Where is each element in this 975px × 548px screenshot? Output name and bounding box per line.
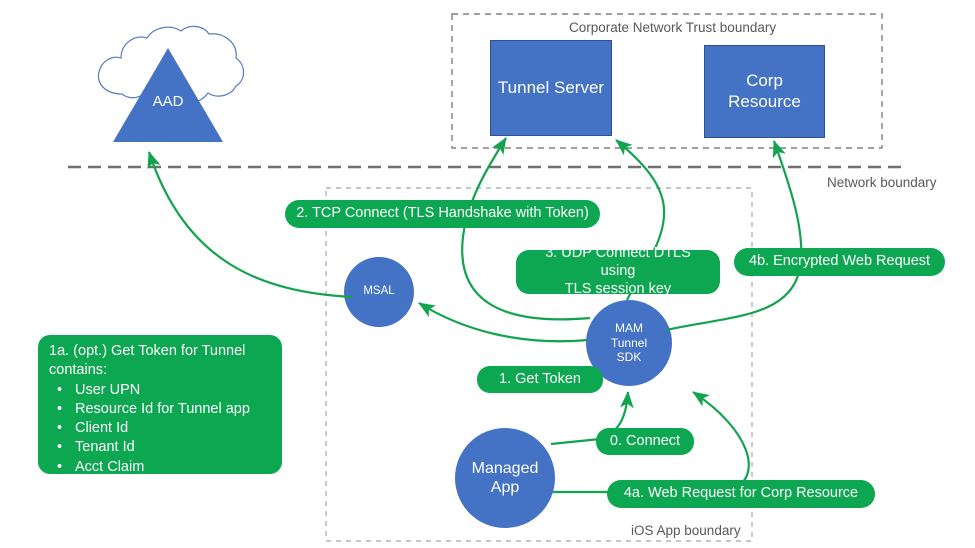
label-step-4b-text: 4b. Encrypted Web Request [748,253,931,270]
label-step-2-text: 2. TCP Connect (TLS Handshake with Token… [296,205,589,222]
caption-ios-app-boundary: iOS App boundary [631,523,741,538]
callout-heading-line1: 1a. (opt.) Get Token for Tunnel [49,343,246,359]
node-managed-app-label: Managed App [472,459,539,497]
label-step-1-text: 1. Get Token [499,370,581,387]
list-item: User UPN [57,381,273,401]
caption-corporate-network-boundary: Corporate Network Trust boundary [569,20,777,35]
node-mam-label-line2: Tunnel [610,335,648,350]
aad-node [97,25,245,142]
label-step-1: 1. Get Token [477,366,603,393]
node-corp-resource[interactable]: Corp Resource [704,45,825,138]
list-item: Client Id [57,419,273,439]
label-step-3-line1: 3. UDP Connect DTLS using [545,245,691,280]
label-step-3-line2: TLS session key [564,280,672,297]
node-tunnel-server-label: Tunnel Server [497,77,605,97]
node-managed-app[interactable]: Managed App [455,428,555,528]
node-managed-app-label-line1: Managed [471,459,539,477]
node-corp-resource-label: Corp Resource [728,71,801,111]
label-step-0-text: 0. Connect [609,432,681,449]
list-item: Acct Claim [57,458,273,478]
node-mam-tunnel-sdk-label: MAM Tunnel SDK [611,321,647,364]
label-step-4b: 4b. Encrypted Web Request [734,248,945,276]
callout-step-1a: 1a. (opt.) Get Token for Tunnel contains… [38,335,282,478]
diagram-canvas: AAD Tunnel Server Corp Resource MSAL MAM… [0,0,975,548]
label-step-3: 3. UDP Connect DTLS using TLS session ke… [516,245,720,297]
node-msal-label: MSAL [363,285,395,298]
label-step-4a: 4a. Web Request for Corp Resource [607,480,875,508]
node-corp-resource-label-line1: Corp [746,71,783,91]
node-mam-label-line1: MAM [615,321,643,336]
list-item: Tenant Id [57,438,273,458]
node-tunnel-server[interactable]: Tunnel Server [490,40,612,136]
label-step-4a-text: 4a. Web Request for Corp Resource [623,485,859,502]
callout-heading-line2: contains: [49,362,108,379]
caption-network-boundary: Network boundary [827,175,937,190]
node-mam-label-line3: SDK [616,350,642,365]
node-msal[interactable]: MSAL [344,257,414,327]
label-step-2: 2. TCP Connect (TLS Handshake with Token… [285,200,600,228]
list-item: Resource Id for Tunnel app [57,400,273,420]
callout-item-list: User UPN Resource Id for Tunnel app Clie… [49,381,273,478]
label-step-0: 0. Connect [596,428,694,455]
node-managed-app-label-line2: App [490,479,520,496]
aad-label: AAD [152,93,184,110]
node-corp-resource-label-line2: Resource [728,91,801,111]
